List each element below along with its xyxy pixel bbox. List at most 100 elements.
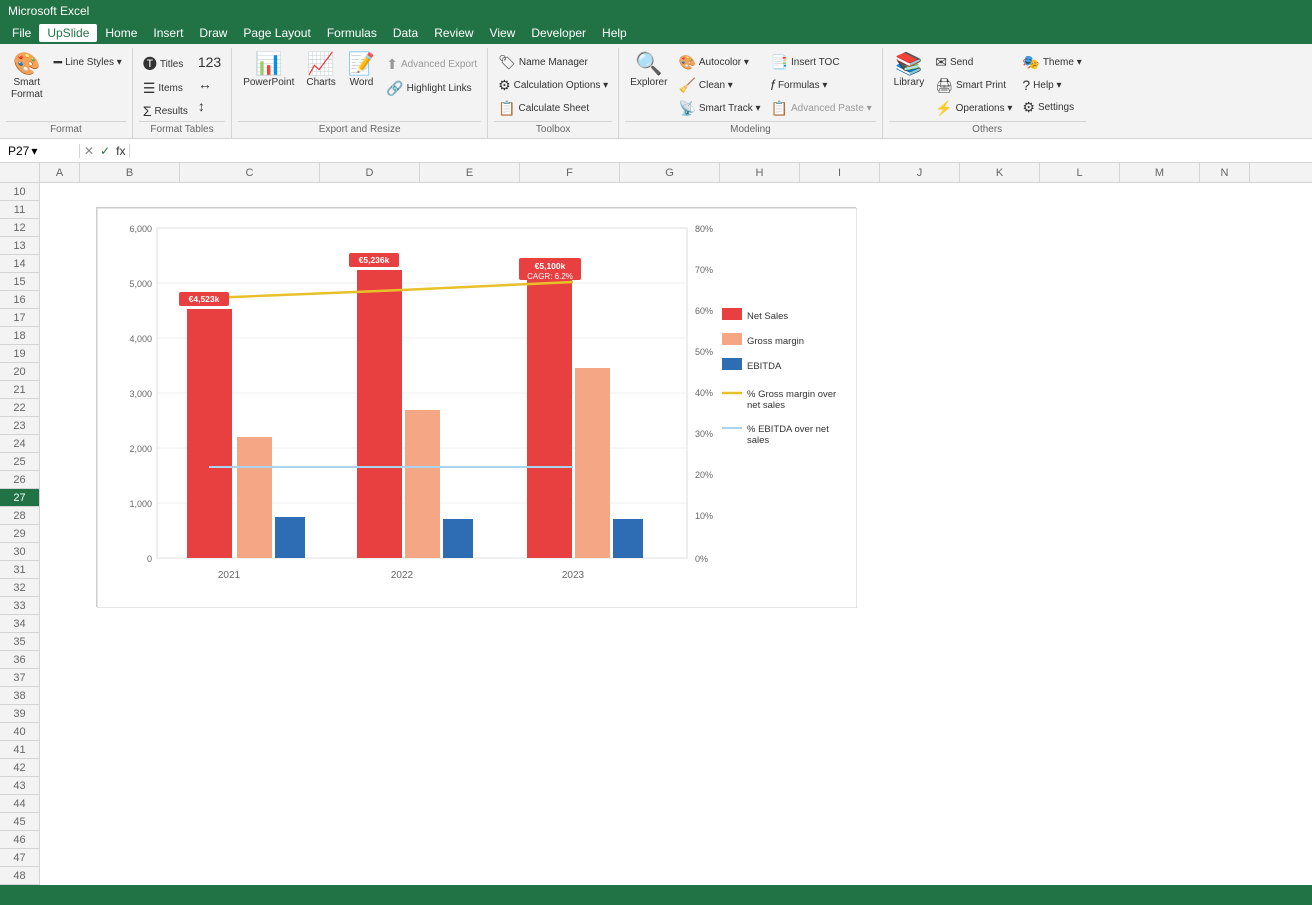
row-44[interactable]: 44 xyxy=(0,795,39,813)
cell-ref-box[interactable]: P27 ▾ xyxy=(0,144,80,158)
bar-2022-ebitda[interactable] xyxy=(443,519,473,558)
advanced-paste-button[interactable]: 📋 Advanced Paste ▾ xyxy=(767,98,876,119)
row-13[interactable]: 13 xyxy=(0,237,39,255)
cells-area[interactable]: 6,000 5,000 4,000 3,000 2,000 1,000 0 80… xyxy=(40,183,1312,885)
library-button[interactable]: 📚 Library xyxy=(889,50,930,92)
corner-cell[interactable] xyxy=(0,163,40,182)
smart-format-button[interactable]: 🎨 SmartFormat xyxy=(6,50,48,104)
theme-button[interactable]: 🎭 Theme ▾ xyxy=(1018,52,1085,73)
highlight-links-button[interactable]: 🔗 Highlight Links xyxy=(382,78,481,99)
smart-print-button[interactable]: 🖨 Smart Print xyxy=(931,75,1016,96)
row-22[interactable]: 22 xyxy=(0,399,39,417)
row-48[interactable]: 48 xyxy=(0,867,39,885)
row-26[interactable]: 26 xyxy=(0,471,39,489)
menu-developer[interactable]: Developer xyxy=(523,24,594,42)
col-header-a[interactable]: A xyxy=(40,163,80,182)
menu-help[interactable]: Help xyxy=(594,24,635,42)
row-40[interactable]: 40 xyxy=(0,723,39,741)
bar-2022-net-sales[interactable] xyxy=(357,270,402,558)
row-30[interactable]: 30 xyxy=(0,543,39,561)
row-32[interactable]: 32 xyxy=(0,579,39,597)
expand-button[interactable]: 123 xyxy=(194,52,225,72)
row-41[interactable]: 41 xyxy=(0,741,39,759)
chart-container[interactable]: 6,000 5,000 4,000 3,000 2,000 1,000 0 80… xyxy=(96,207,856,607)
row-25[interactable]: 25 xyxy=(0,453,39,471)
row-18[interactable]: 18 xyxy=(0,327,39,345)
row-27[interactable]: 27 xyxy=(0,489,39,507)
bar-2021-gross-margin[interactable] xyxy=(237,437,272,558)
charts-button[interactable]: 📈 Charts xyxy=(301,50,340,92)
row-46[interactable]: 46 xyxy=(0,831,39,849)
row-29[interactable]: 29 xyxy=(0,525,39,543)
dropdown-icon[interactable]: ▾ xyxy=(31,144,37,158)
row-47[interactable]: 47 xyxy=(0,849,39,867)
row-12[interactable]: 12 xyxy=(0,219,39,237)
menu-file[interactable]: File xyxy=(4,24,39,42)
col-header-e[interactable]: E xyxy=(420,163,520,182)
advanced-export-button[interactable]: ⬆ Advanced Export xyxy=(382,54,481,75)
line-styles-button[interactable]: ━ Line Styles ▾ xyxy=(50,52,126,73)
menu-page-layout[interactable]: Page Layout xyxy=(235,24,318,42)
menu-view[interactable]: View xyxy=(482,24,524,42)
bar-2023-net-sales[interactable] xyxy=(527,278,572,558)
confirm-formula-button[interactable]: ✓ xyxy=(100,144,110,158)
col-header-b[interactable]: B xyxy=(80,163,180,182)
menu-home[interactable]: Home xyxy=(97,24,145,42)
menu-review[interactable]: Review xyxy=(426,24,481,42)
row-43[interactable]: 43 xyxy=(0,777,39,795)
results-button[interactable]: Σ Results xyxy=(139,101,192,121)
bar-2021-ebitda[interactable] xyxy=(275,517,305,558)
help-button[interactable]: ? Help ▾ xyxy=(1018,75,1085,95)
bar-2023-gross-margin[interactable] xyxy=(575,368,610,558)
cancel-formula-button[interactable]: ✕ xyxy=(84,144,94,158)
resize-horiz-button[interactable]: ↔ xyxy=(194,74,225,94)
row-33[interactable]: 33 xyxy=(0,597,39,615)
resize-vert-button[interactable]: ↕ xyxy=(194,96,225,116)
formulas-button[interactable]: 𝑓 Formulas ▾ xyxy=(767,75,876,96)
titles-button[interactable]: 🅣 Titles xyxy=(139,52,192,76)
menu-insert[interactable]: Insert xyxy=(145,24,191,42)
name-manager-button[interactable]: 🏷 Name Manager xyxy=(494,52,612,73)
explorer-button[interactable]: 🔍 Explorer xyxy=(625,50,672,92)
col-header-f[interactable]: F xyxy=(520,163,620,182)
col-header-c[interactable]: C xyxy=(180,163,320,182)
row-36[interactable]: 36 xyxy=(0,651,39,669)
col-header-h[interactable]: H xyxy=(720,163,800,182)
col-header-l[interactable]: L xyxy=(1040,163,1120,182)
smart-track-button[interactable]: 📡 Smart Track ▾ xyxy=(674,98,764,119)
calculation-options-button[interactable]: ⚙ Calculation Options ▾ xyxy=(494,75,612,96)
send-button[interactable]: ✉ Send xyxy=(931,52,1016,73)
row-16[interactable]: 16 xyxy=(0,291,39,309)
function-button[interactable]: fx xyxy=(116,144,125,158)
row-39[interactable]: 39 xyxy=(0,705,39,723)
row-17[interactable]: 17 xyxy=(0,309,39,327)
settings-button[interactable]: ⚙ Settings xyxy=(1018,97,1085,118)
row-35[interactable]: 35 xyxy=(0,633,39,651)
row-34[interactable]: 34 xyxy=(0,615,39,633)
word-button[interactable]: 📝 Word xyxy=(343,50,380,92)
menu-data[interactable]: Data xyxy=(385,24,426,42)
operations-button[interactable]: ⚡ Operations ▾ xyxy=(931,98,1016,119)
clean-button[interactable]: 🧹 Clean ▾ xyxy=(674,75,764,96)
col-header-m[interactable]: M xyxy=(1120,163,1200,182)
row-20[interactable]: 20 xyxy=(0,363,39,381)
insert-toc-button[interactable]: 📑 Insert TOC xyxy=(767,52,876,73)
bar-2021-net-sales[interactable] xyxy=(187,309,232,558)
col-header-g[interactable]: G xyxy=(620,163,720,182)
items-button[interactable]: ☰ Items xyxy=(139,78,192,99)
col-header-k[interactable]: K xyxy=(960,163,1040,182)
autocolor-button[interactable]: 🎨 Autocolor ▾ xyxy=(674,52,764,73)
row-14[interactable]: 14 xyxy=(0,255,39,273)
row-31[interactable]: 31 xyxy=(0,561,39,579)
row-28[interactable]: 28 xyxy=(0,507,39,525)
row-19[interactable]: 19 xyxy=(0,345,39,363)
menu-formulas[interactable]: Formulas xyxy=(319,24,385,42)
row-38[interactable]: 38 xyxy=(0,687,39,705)
col-header-j[interactable]: J xyxy=(880,163,960,182)
col-header-i[interactable]: I xyxy=(800,163,880,182)
row-45[interactable]: 45 xyxy=(0,813,39,831)
menu-upslide[interactable]: UpSlide xyxy=(39,24,97,42)
row-10[interactable]: 10 xyxy=(0,183,39,201)
row-23[interactable]: 23 xyxy=(0,417,39,435)
row-15[interactable]: 15 xyxy=(0,273,39,291)
